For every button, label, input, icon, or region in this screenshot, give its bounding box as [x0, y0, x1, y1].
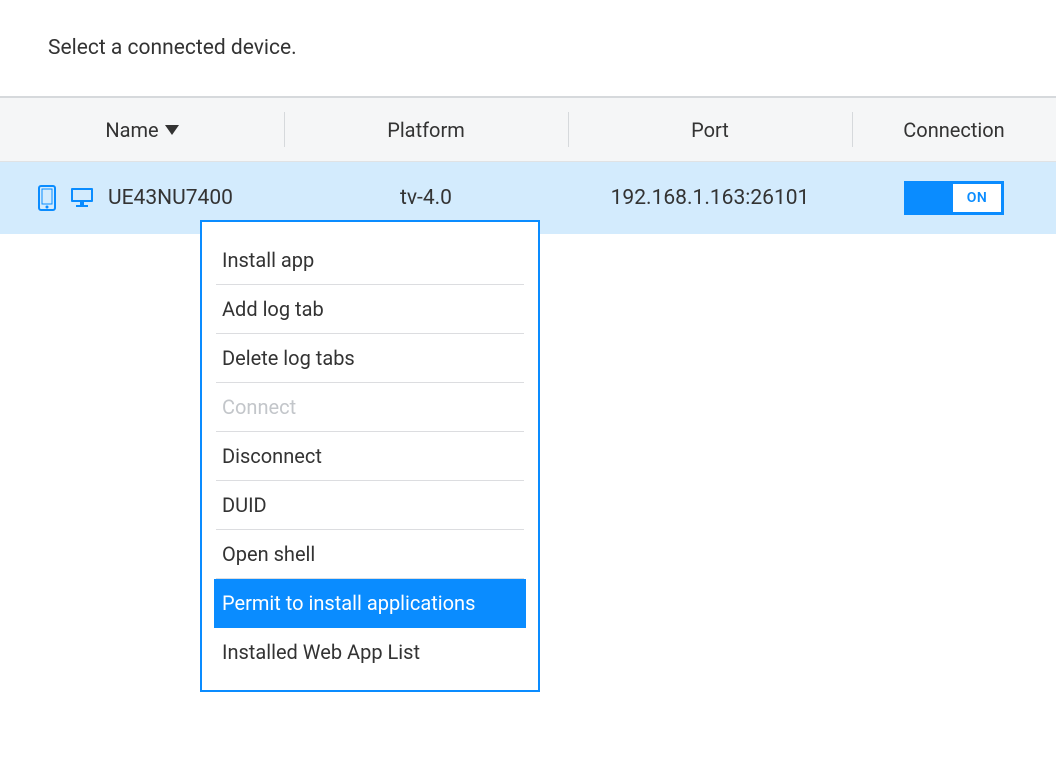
cell-platform: tv-4.0	[284, 186, 568, 210]
menu-item-open-shell[interactable]: Open shell	[216, 530, 524, 579]
menu-item-connect: Connect	[216, 383, 524, 432]
menu-item-add-log-tab[interactable]: Add log tab	[216, 285, 524, 334]
column-header-port[interactable]: Port	[568, 98, 852, 161]
device-mobile-icon	[38, 185, 56, 211]
devices-table: Name Platform Port Connection	[0, 96, 1056, 234]
prompt-text: Select a connected device.	[0, 0, 1056, 96]
sort-desc-icon	[165, 125, 179, 135]
column-header-connection[interactable]: Connection	[852, 98, 1056, 161]
column-header-name[interactable]: Name	[0, 98, 284, 161]
cell-connection: ON	[852, 181, 1056, 215]
column-label: Name	[105, 118, 158, 142]
menu-item-disconnect[interactable]: Disconnect	[216, 432, 524, 481]
toggle-knob: ON	[953, 184, 1001, 212]
column-label: Platform	[387, 118, 465, 142]
context-menu: Install app Add log tab Delete log tabs …	[200, 220, 540, 692]
column-label: Connection	[903, 118, 1004, 142]
table-header: Name Platform Port Connection	[0, 98, 1056, 162]
connection-toggle[interactable]: ON	[904, 181, 1004, 215]
device-name: UE43NU7400	[108, 186, 233, 210]
menu-item-duid[interactable]: DUID	[216, 481, 524, 530]
menu-item-installed-web-app-list[interactable]: Installed Web App List	[216, 628, 524, 676]
menu-item-permit-install[interactable]: Permit to install applications	[214, 579, 526, 628]
menu-item-delete-log-tabs[interactable]: Delete log tabs	[216, 334, 524, 383]
device-monitor-icon	[70, 187, 94, 209]
column-header-platform[interactable]: Platform	[284, 98, 568, 161]
cell-port: 192.168.1.163:26101	[568, 186, 852, 210]
column-label: Port	[691, 118, 729, 142]
menu-item-install-app[interactable]: Install app	[216, 236, 524, 285]
cell-name: UE43NU7400	[0, 185, 284, 211]
